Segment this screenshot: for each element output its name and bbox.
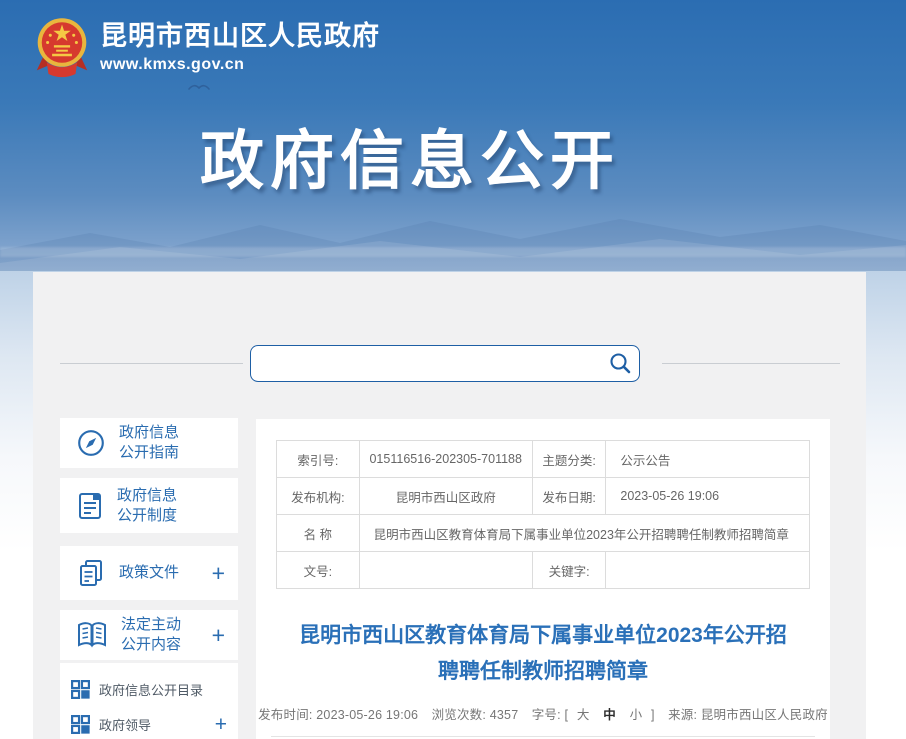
divider-line: [662, 363, 840, 364]
fontsize-large-button[interactable]: 大: [572, 708, 595, 722]
article-title: 昆明市西山区教育体育局下属事业单位2023年公开招聘聘任制教师招聘简章: [299, 624, 787, 683]
search-box: [250, 345, 640, 382]
document-info-table: 索引号: 015116516-202305-701188 主题分类: 公示公告 …: [276, 440, 811, 589]
sidebar-item-statutory-disclosure[interactable]: 法定主动 公开内容 +: [60, 610, 238, 660]
grid-icon: [71, 680, 90, 699]
search-button[interactable]: [601, 346, 639, 381]
sidebar-item-system[interactable]: 政府信息 公开制度: [60, 478, 238, 533]
sidebar-item-label: 法定主动: [121, 616, 182, 633]
sidebar-item-label: 政府信息公开目录: [99, 683, 204, 698]
publish-time-label: 发布时间:: [258, 708, 313, 722]
publish-date-value: 2023-05-26 19:06: [605, 477, 810, 515]
bracket-close: ]: [651, 708, 655, 722]
expand-plus-icon[interactable]: +: [215, 714, 227, 735]
table-row: 索引号: 015116516-202305-701188 主题分类: 公示公告: [276, 440, 810, 478]
fontsize-label: 字号:: [531, 708, 561, 722]
source-label: 来源:: [668, 708, 698, 722]
site-name[interactable]: 昆明市西山区人民政府: [100, 20, 380, 52]
table-row: 文号: 关键字:: [276, 551, 810, 589]
sidebar-item-label: 政府领导: [99, 718, 152, 733]
sidebar: 政府信息 公开指南 政府信息 公开制度 政策文件 + 法定主动 公开内容 + 政…: [60, 418, 238, 739]
page: 昆明市西山区人民政府 www.kmxs.gov.cn 政府信息公开 政府信息 公…: [0, 0, 906, 739]
sidebar-item-policy-files[interactable]: 政策文件 +: [60, 546, 238, 600]
keywords-value: [605, 551, 810, 589]
views-value: 4357: [489, 708, 519, 722]
doc-number-label: 文号:: [276, 551, 360, 589]
doc-number-value: [358, 551, 533, 589]
main-content: 索引号: 015116516-202305-701188 主题分类: 公示公告 …: [256, 419, 830, 739]
open-book-icon: [78, 622, 106, 648]
table-row: 发布机构: 昆明市西山区政府 发布日期: 2023-05-26 19:06: [276, 477, 810, 515]
compass-icon: [78, 430, 104, 456]
name-value: 昆明市西山区教育体育局下属事业单位2023年公开招聘聘任制教师招聘简章: [358, 514, 811, 552]
sidebar-item-label: 政府信息: [119, 424, 180, 441]
publisher-value: 昆明市西山区政府: [358, 477, 533, 515]
sidebar-link-group: 政府信息公开目录 政府领导 +: [60, 663, 238, 739]
haze-decoration: [0, 247, 906, 257]
sidebar-item-government-leaders[interactable]: 政府领导 +: [60, 707, 238, 739]
bird-icon: [188, 84, 210, 90]
grid-icon: [71, 715, 90, 734]
national-emblem-icon[interactable]: [35, 15, 89, 79]
keywords-label: 关键字:: [531, 551, 607, 589]
views-label: 浏览次数:: [431, 708, 487, 722]
publish-date-label: 发布日期:: [531, 477, 607, 515]
bracket-open: [: [564, 708, 569, 722]
search-icon: [609, 353, 630, 374]
site-header: 昆明市西山区人民政府 www.kmxs.gov.cn: [35, 15, 380, 79]
mountain-decoration: [0, 219, 906, 271]
document-icon: [79, 492, 101, 519]
topic-category-value: 公示公告: [605, 440, 810, 478]
sidebar-item-label: 公开制度: [117, 506, 178, 524]
sidebar-item-guide[interactable]: 政府信息 公开指南: [60, 418, 238, 468]
search-input[interactable]: [251, 346, 601, 381]
content-divider: [271, 736, 815, 737]
name-label: 名 称: [276, 514, 360, 552]
sidebar-item-label: 公开内容: [121, 636, 182, 653]
expand-plus-icon[interactable]: +: [212, 561, 225, 585]
publish-time-value: 2023-05-26 19:06: [316, 708, 419, 722]
sidebar-item-info-catalog[interactable]: 政府信息公开目录: [60, 672, 238, 707]
source-value: 昆明市西山区人民政府: [700, 708, 828, 722]
index-number-label: 索引号:: [276, 440, 360, 478]
site-url[interactable]: www.kmxs.gov.cn: [100, 56, 380, 74]
table-row: 名 称 昆明市西山区教育体育局下属事业单位2023年公开招聘聘任制教师招聘简章: [276, 514, 811, 552]
publisher-label: 发布机构:: [276, 477, 360, 515]
expand-plus-icon[interactable]: +: [212, 623, 225, 647]
content-panel: 政府信息 公开指南 政府信息 公开制度 政策文件 + 法定主动 公开内容 + 政…: [33, 272, 866, 739]
divider-line: [60, 363, 243, 364]
sidebar-item-label: 政府信息: [117, 486, 178, 504]
sidebar-item-label: 公开指南: [119, 444, 180, 461]
sidebar-item-label: 政策文件: [119, 564, 180, 581]
article-meta: 发布时间: 2023-05-26 19:06 浏览次数: 4357 字号: [ …: [256, 704, 830, 723]
banner-title: 政府信息公开: [200, 125, 620, 197]
fontsize-small-button[interactable]: 小: [625, 708, 648, 722]
topic-category-label: 主题分类:: [531, 440, 607, 478]
fontsize-medium-button[interactable]: 中: [598, 708, 621, 722]
index-number-value: 015116516-202305-701188: [358, 440, 533, 478]
banner: 昆明市西山区人民政府 www.kmxs.gov.cn 政府信息公开: [0, 0, 906, 271]
documents-icon: [80, 560, 102, 586]
